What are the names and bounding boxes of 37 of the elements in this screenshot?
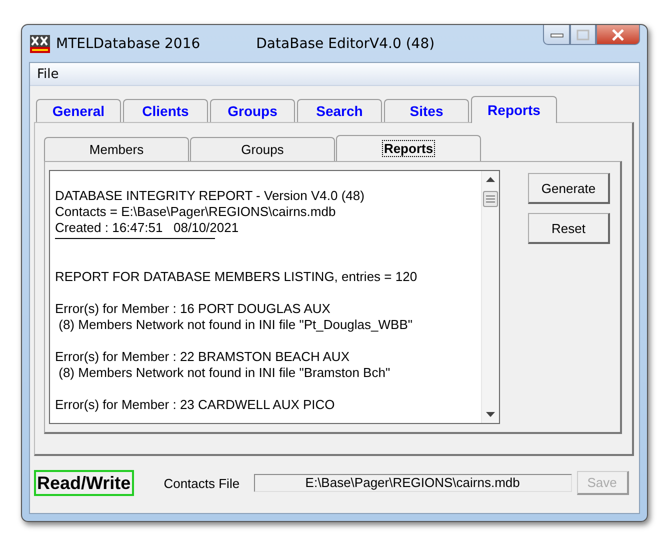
minimize-button[interactable] bbox=[543, 25, 570, 45]
tab[interactable]: Sites bbox=[384, 99, 469, 122]
close-button[interactable] bbox=[596, 25, 640, 45]
maximize-button[interactable] bbox=[570, 25, 596, 45]
scroll-down-icon[interactable] bbox=[486, 412, 495, 417]
app-icon bbox=[30, 34, 50, 52]
scroll-thumb[interactable] bbox=[483, 191, 498, 207]
app-name: MTELDatabase 2016 bbox=[56, 36, 200, 52]
menu-item[interactable]: File bbox=[37, 66, 59, 82]
subtab[interactable]: Members bbox=[44, 137, 189, 161]
scroll-up-icon[interactable] bbox=[486, 177, 495, 182]
report-line: (8) Members Network not found in INI file "Bramston Bch" bbox=[58, 365, 392, 381]
subtab[interactable]: Reports bbox=[336, 135, 481, 161]
report-line: Error(s) for Member : 22 BRAMSTON BEACH AUX bbox=[55, 349, 350, 365]
report-line: DATABASE INTEGRITY REPORT - Version V4.0 (48) bbox=[55, 188, 366, 204]
minimize-icon bbox=[550, 32, 564, 38]
tab[interactable]: Search bbox=[297, 99, 382, 122]
tab[interactable]: Clients bbox=[123, 99, 208, 122]
subtab[interactable]: Groups bbox=[190, 137, 335, 161]
scrollbar[interactable] bbox=[481, 171, 499, 423]
report-line: REPORT FOR DATABASE MEMBERS LISTING, entries = 120 bbox=[55, 269, 418, 285]
report-line: Created : 16:47:51 08/10/2021 bbox=[55, 220, 240, 236]
tab[interactable]: General bbox=[36, 99, 121, 122]
report-line: Error(s) for Member : 23 CARDWELL AUX PICO bbox=[55, 397, 336, 413]
report-line: Contacts = E:\Base\Pager\REGIONS\cairns.mdb bbox=[55, 204, 337, 220]
contacts-file-field: E:\Base\Pager\REGIONS\cairns.mdb bbox=[254, 474, 572, 492]
window-title: DataBase EditorV4.0 (48) bbox=[256, 36, 435, 52]
action-button[interactable]: Generate bbox=[528, 173, 610, 204]
tab[interactable]: Groups bbox=[210, 99, 295, 122]
contacts-file-label: Contacts File bbox=[164, 476, 240, 490]
mode-indicator: Read/Write bbox=[34, 470, 134, 496]
tab[interactable]: Reports bbox=[471, 96, 557, 123]
close-icon bbox=[611, 28, 625, 40]
maximize-icon bbox=[576, 28, 590, 40]
report-line: (8) Members Network not found in INI file "Pt_Douglas_WBB" bbox=[58, 317, 414, 333]
report-line: Error(s) for Member : 16 PORT DOUGLAS AUX bbox=[55, 301, 332, 317]
action-button[interactable]: Reset bbox=[528, 213, 610, 244]
